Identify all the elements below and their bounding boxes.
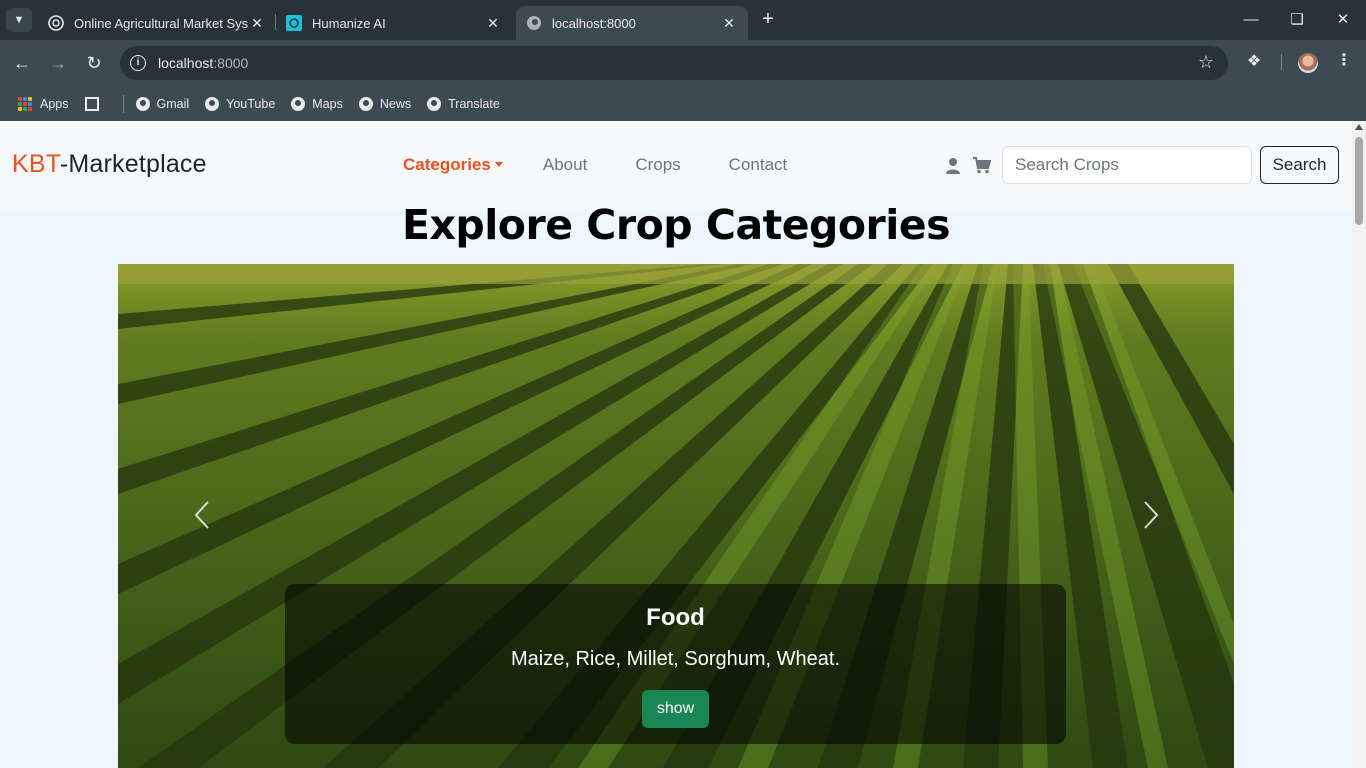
forward-icon[interactable]: → <box>45 50 71 76</box>
scrollbar-thumb[interactable] <box>1355 137 1363 225</box>
tab-title: Humanize AI <box>312 15 386 31</box>
slide-title: Food <box>646 604 705 631</box>
carousel-prev-icon[interactable] <box>188 500 218 530</box>
tab-groups-button[interactable] <box>84 96 107 111</box>
search-input[interactable] <box>1002 146 1252 184</box>
globe-icon <box>527 16 541 30</box>
bookmark-gmail[interactable]: Gmail <box>135 96 189 111</box>
bookmark-divider <box>122 94 124 113</box>
globe-icon <box>205 96 220 111</box>
openai-icon <box>48 15 64 31</box>
globe-icon <box>291 96 306 111</box>
caret-down-icon <box>494 161 503 167</box>
site-navbar: KBT-Marketplace Categories About Crops C… <box>0 121 1352 209</box>
show-button[interactable]: show <box>642 690 709 728</box>
carousel-next-icon[interactable] <box>1135 500 1165 530</box>
bookmark-youtube[interactable]: YouTube <box>205 96 275 111</box>
nav-links: Categories About Crops Contact <box>403 155 835 175</box>
grid-icon <box>84 96 99 111</box>
nav-crops[interactable]: Crops <box>635 155 680 175</box>
tab-strip: ▼ Online Agricultural Market Syste ✕ Hum… <box>0 0 1366 40</box>
bookmarks-bar: Apps Gmail YouTube Maps News Translate <box>0 86 1366 121</box>
restore-icon[interactable]: ❏ <box>1282 8 1312 32</box>
close-icon[interactable]: ✕ <box>484 15 502 32</box>
toolbar-divider <box>1281 54 1282 70</box>
page-title: Explore Crop Categories <box>401 201 951 249</box>
bookmark-star-icon[interactable]: ☆ <box>1198 52 1214 73</box>
tab-title: localhost:8000 <box>552 15 636 31</box>
search-button[interactable]: Search <box>1260 146 1339 184</box>
tab-localhost[interactable]: localhost:8000 ✕ <box>516 6 748 40</box>
tab-title: Online Agricultural Market Syste <box>74 15 248 31</box>
close-icon[interactable]: ✕ <box>248 15 266 32</box>
globe-icon <box>427 96 442 111</box>
tab-online-agricultural[interactable]: Online Agricultural Market Syste ✕ <box>38 6 276 40</box>
new-tab-button[interactable]: + <box>758 8 778 32</box>
tab-humanize-ai[interactable]: Humanize AI ✕ <box>276 6 512 40</box>
scroll-up-icon[interactable] <box>1355 124 1363 130</box>
menu-icon[interactable]: ⋮ <box>1336 50 1352 74</box>
nav-categories-dropdown[interactable]: Categories <box>403 155 503 175</box>
humanize-icon <box>286 15 302 31</box>
address-bar[interactable]: i localhost:8000 ☆ <box>120 46 1228 80</box>
page-viewport: KBT-Marketplace Categories About Crops C… <box>0 121 1352 768</box>
nav-contact[interactable]: Contact <box>729 155 788 175</box>
page-scrollbar[interactable] <box>1352 121 1366 768</box>
globe-icon <box>135 96 150 111</box>
cart-icon[interactable] <box>973 157 991 174</box>
carousel-caption: Food Maize, Rice, Millet, Sorghum, Wheat… <box>285 584 1066 744</box>
profile-avatar[interactable] <box>1298 53 1318 73</box>
close-icon[interactable]: ✕ <box>720 15 738 32</box>
globe-icon <box>358 96 373 111</box>
apps-grid-icon <box>18 96 32 111</box>
bookmark-translate[interactable]: Translate <box>427 96 500 111</box>
reload-icon[interactable]: ↻ <box>81 50 107 76</box>
slide-description: Maize, Rice, Millet, Sorghum, Wheat. <box>511 648 840 670</box>
user-icon[interactable] <box>946 157 960 175</box>
browser-toolbar: ← → ↻ i localhost:8000 ☆ <box>0 40 1366 86</box>
bookmark-maps[interactable]: Maps <box>291 96 343 111</box>
url-text: localhost:8000 <box>158 55 249 71</box>
minimize-icon[interactable]: — <box>1236 8 1266 32</box>
site-info-icon[interactable]: i <box>130 55 146 71</box>
tab-search-button[interactable]: ▼ <box>6 8 32 32</box>
site-brand[interactable]: KBT-Marketplace <box>12 150 207 179</box>
category-carousel: Food Maize, Rice, Millet, Sorghum, Wheat… <box>118 264 1234 768</box>
close-window-icon[interactable]: ✕ <box>1328 8 1358 32</box>
extensions-icon[interactable]: ❖ <box>1244 51 1264 71</box>
nav-about[interactable]: About <box>543 155 587 175</box>
bookmark-news[interactable]: News <box>358 96 411 111</box>
back-icon[interactable]: ← <box>9 50 35 76</box>
bookmark-apps[interactable]: Apps <box>18 96 69 111</box>
